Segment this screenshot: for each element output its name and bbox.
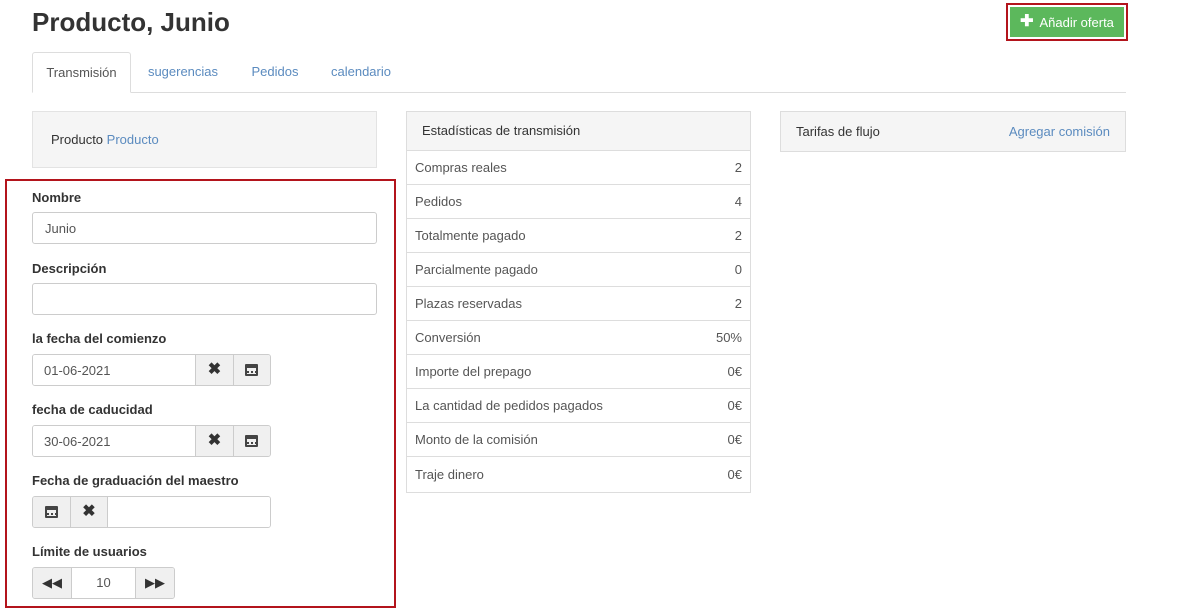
stats-row: Compras reales 2	[407, 151, 750, 185]
master-graduation-group: ✖	[32, 496, 271, 528]
stats-label: Pedidos	[415, 194, 462, 209]
end-date-clear-button[interactable]: ✖	[196, 426, 233, 456]
add-offer-label: Añadir oferta	[1039, 14, 1114, 30]
stats-label: La cantidad de pedidos pagados	[415, 398, 603, 413]
calendar-icon	[245, 364, 259, 376]
stats-value: 0€	[727, 398, 742, 413]
description-input[interactable]	[32, 283, 377, 315]
fast-forward-icon: ▶▶	[145, 575, 165, 590]
times-icon: ✖	[207, 432, 222, 449]
master-graduation-clear-button[interactable]: ✖	[69, 497, 107, 527]
stats-value: 0	[734, 262, 742, 277]
fast-backward-icon: ◀◀	[42, 575, 62, 590]
fees-title: Tarifas de flujo	[796, 124, 880, 139]
stats-row: Importe del prepago 0€	[407, 355, 750, 389]
user-limit-stepper: ◀◀ 10 ▶▶	[32, 567, 175, 599]
stats-value: 0€	[727, 364, 742, 379]
start-date-input[interactable]	[33, 355, 196, 385]
stats-label: Parcialmente pagado	[415, 262, 538, 277]
times-icon: ✖	[82, 503, 96, 520]
stats-title: Estadísticas de transmisión	[407, 112, 750, 151]
stats-row: Plazas reservadas 2	[407, 287, 750, 321]
stats-label: Importe del prepago	[415, 364, 532, 379]
tab-bar: Transmisión sugerencias Pedidos calendar…	[32, 52, 1126, 93]
stats-label: Monto de la comisión	[415, 432, 538, 447]
stats-label: Compras reales	[415, 160, 507, 175]
stats-value: 2	[734, 296, 742, 311]
user-limit-label: Límite de usuarios	[32, 544, 147, 559]
decrement-button[interactable]: ◀◀	[33, 568, 71, 598]
times-icon: ✖	[207, 361, 222, 378]
stats-value: 2	[734, 160, 742, 175]
stats-panel: Estadísticas de transmisión Compras real…	[406, 111, 751, 493]
user-limit-value[interactable]: 10	[71, 568, 136, 598]
fees-panel: Tarifas de flujo Agregar comisión	[780, 111, 1126, 152]
description-label: Descripción	[32, 261, 107, 276]
calendar-icon	[44, 506, 58, 518]
plus-icon: ✚	[1020, 13, 1034, 30]
stats-row: Monto de la comisión 0€	[407, 423, 750, 457]
tab-sugerencias[interactable]: sugerencias	[138, 52, 228, 93]
stats-value: 0€	[727, 432, 742, 447]
end-date-calendar-button[interactable]	[232, 426, 270, 456]
start-date-clear-button[interactable]: ✖	[196, 355, 233, 385]
stats-value: 4	[734, 194, 742, 209]
tab-pedidos[interactable]: Pedidos	[242, 52, 308, 93]
start-date-group: ✖	[32, 354, 271, 386]
tab-transmision[interactable]: Transmisión	[32, 52, 131, 93]
master-graduation-label: Fecha de graduación del maestro	[32, 473, 239, 488]
stats-value: 50%	[715, 330, 742, 345]
stats-label: Conversión	[415, 330, 481, 345]
stats-row: Traje dinero 0€	[407, 457, 750, 491]
end-date-input[interactable]	[33, 426, 196, 456]
product-panel: Producto Producto	[32, 111, 377, 168]
name-label: Nombre	[32, 190, 82, 205]
stats-row: Pedidos 4	[407, 185, 750, 219]
calendar-icon	[245, 435, 259, 447]
stats-label: Traje dinero	[415, 466, 484, 482]
master-graduation-input[interactable]	[107, 497, 270, 527]
stats-label: Totalmente pagado	[415, 228, 526, 243]
end-date-group: ✖	[32, 425, 271, 457]
stats-row: La cantidad de pedidos pagados 0€	[407, 389, 750, 423]
stats-value: 0€	[727, 466, 742, 482]
start-date-calendar-button[interactable]	[232, 355, 270, 385]
stats-row: Conversión 50%	[407, 321, 750, 355]
stats-row: Parcialmente pagado 0	[407, 253, 750, 287]
product-label: Producto	[51, 132, 104, 147]
product-link[interactable]: Producto	[107, 132, 159, 147]
tab-calendario[interactable]: calendario	[322, 52, 400, 93]
increment-button[interactable]: ▶▶	[136, 568, 174, 598]
master-graduation-calendar-button[interactable]	[33, 497, 70, 527]
name-input[interactable]	[32, 212, 377, 244]
start-date-label: la fecha del comienzo	[32, 331, 167, 346]
stats-label: Plazas reservadas	[415, 296, 522, 311]
add-offer-button[interactable]: ✚ Añadir oferta	[1010, 7, 1124, 37]
page-title: Producto, Junio	[32, 7, 230, 37]
end-date-label: fecha de caducidad	[32, 402, 153, 417]
add-commission-link[interactable]: Agregar comisión	[1009, 124, 1110, 139]
add-offer-highlight: ✚ Añadir oferta	[1006, 3, 1128, 41]
stats-row: Totalmente pagado 2	[407, 219, 750, 253]
stats-value: 2	[734, 228, 742, 243]
